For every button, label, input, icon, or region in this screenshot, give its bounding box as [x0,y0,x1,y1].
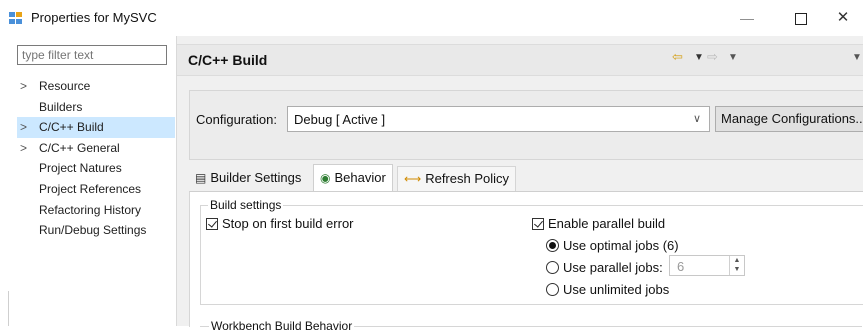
use-parallel-jobs-label: Use parallel jobs: [563,260,663,275]
stop-on-error-checkbox[interactable]: Stop on first build error [206,216,354,231]
use-parallel-jobs-radio[interactable]: Use parallel jobs: [546,260,663,275]
use-unlimited-jobs-label: Use unlimited jobs [563,282,670,297]
chevron-right-icon[interactable]: > [20,138,27,159]
left-pane-scroll-edge [8,291,9,326]
tree-item-run-debug-settings[interactable]: Run/Debug Settings [17,220,175,241]
filter-input[interactable] [17,45,167,65]
tree-item-label: Run/Debug Settings [39,223,147,238]
spinner-arrows[interactable]: ▲ ▼ [729,256,744,275]
tab-refresh-policy[interactable]: ⟷ Refresh Policy [397,166,517,191]
workbench-build-behavior-title: Workbench Build Behavior [209,319,355,333]
maximize-button[interactable] [781,4,821,32]
properties-tree: > Resource Builders > C/C++ Build > C/C++ G… [17,76,175,241]
tab-label: Refresh Policy [425,171,510,186]
configuration-select[interactable]: Debug [ Active ] ∨ [287,106,710,132]
window-title: Properties for MySVC [31,10,157,25]
use-optimal-jobs-label: Use optimal jobs (6) [563,238,679,253]
tree-item-project-natures[interactable]: Project Natures [17,158,175,179]
spinner-down-icon[interactable]: ▼ [730,265,744,274]
tree-item-cpp-build[interactable]: > C/C++ Build [17,117,175,138]
tree-item-label: Resource [39,79,91,93]
tree-item-label: Builders [39,99,83,114]
minimize-button[interactable]: — [727,4,767,32]
manage-configurations-button[interactable]: Manage Configurations... [715,106,863,132]
chevron-right-icon[interactable]: > [20,117,27,138]
builder-settings-icon: ▤ [195,171,207,185]
use-optimal-jobs-radio[interactable]: Use optimal jobs (6) [546,238,679,253]
checkbox-checked-icon [206,218,218,230]
tree-item-label: C/C++ General [39,140,120,155]
build-settings-group: Build settings Stop on first build error… [200,198,863,305]
back-arrow-icon[interactable]: ⇦ [672,49,683,65]
chevron-down-icon: ∨ [692,113,701,125]
tree-item-label: C/C++ Build [39,120,104,135]
configuration-value: Debug [ Active ] [294,112,386,127]
configuration-label: Configuration: [196,112,277,127]
enable-parallel-build-checkbox[interactable]: Enable parallel build [532,216,665,231]
close-button[interactable]: ✕ [823,4,863,32]
refresh-policy-icon: ⟷ [404,172,422,186]
right-pane: C/C++ Build ⇦ ▼ ⇨ ▼ ▼ Configuration: Deb… [177,36,863,333]
configuration-area: Configuration: Debug [ Active ] ∨ Manage… [189,90,863,160]
spinner-up-icon[interactable]: ▲ [730,256,744,265]
tree-item-label: Project References [39,181,142,196]
tab-label: Behavior [334,170,386,185]
stop-on-error-label: Stop on first build error [222,216,354,231]
tab-builder-settings[interactable]: ▤ Builder Settings [195,166,301,190]
chevron-right-icon[interactable]: > [20,76,27,97]
left-pane: > Resource Builders > C/C++ Build > C/C++ G… [0,36,177,326]
use-unlimited-jobs-radio[interactable]: Use unlimited jobs [546,282,669,297]
tree-item-label: Project Natures [39,161,122,176]
properties-app-icon [9,11,23,25]
back-dropdown-icon[interactable]: ▼ [694,52,704,63]
enable-parallel-build-label: Enable parallel build [548,216,666,231]
behavior-icon: ◉ [320,171,331,185]
tab-behavior[interactable]: ◉ Behavior [313,164,393,193]
parallel-jobs-spinner[interactable]: 6 ▲ ▼ [669,255,745,276]
maximize-icon [795,13,807,25]
tree-item-cpp-general[interactable]: > C/C++ General [17,138,175,159]
tree-item-label: Refactoring History [39,202,142,217]
behavior-tab-content: Build settings Stop on first build error… [189,191,863,333]
tree-item-builders[interactable]: Builders [17,97,175,118]
forward-arrow-icon[interactable]: ⇨ [707,49,718,65]
checkbox-checked-icon [532,218,544,230]
title-bar: Properties for MySVC — ✕ [0,0,863,36]
page-title: C/C++ Build [188,52,268,68]
tab-bar: ▤ Builder Settings ◉ Behavior ⟷ Refresh Pol… [189,164,863,193]
radio-unselected-icon [546,283,559,296]
parallel-jobs-value: 6 [677,259,685,274]
radio-selected-icon [546,239,559,252]
tree-item-project-references[interactable]: Project References [17,179,175,200]
view-menu-icon[interactable]: ▼ [852,52,862,63]
forward-dropdown-icon[interactable]: ▼ [728,52,738,63]
build-settings-title: Build settings [208,198,284,212]
page-header: C/C++ Build ⇦ ▼ ⇨ ▼ ▼ [177,44,863,76]
tab-label: Builder Settings [210,170,302,185]
tree-item-resource[interactable]: > Resource [17,76,175,97]
radio-unselected-icon [546,261,559,274]
tree-item-refactoring-history[interactable]: Refactoring History [17,200,175,221]
